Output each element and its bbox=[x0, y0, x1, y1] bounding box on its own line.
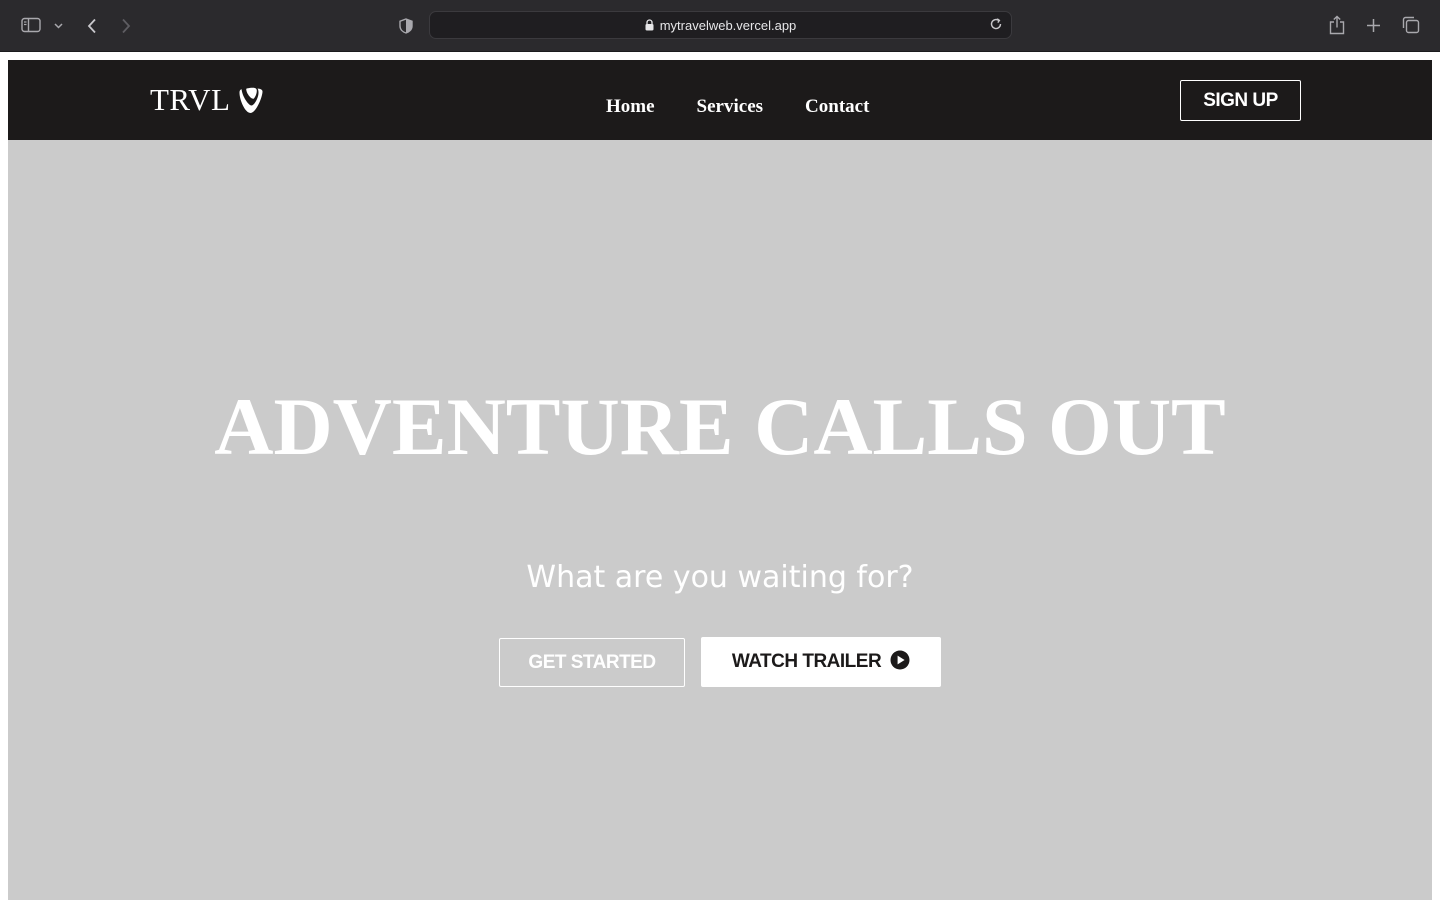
nav-link-contact[interactable]: Contact bbox=[805, 96, 869, 118]
browser-toolbar: mytravelweb.vercel.app bbox=[0, 0, 1440, 52]
plus-icon[interactable] bbox=[1365, 17, 1381, 33]
address-bar[interactable]: mytravelweb.vercel.app bbox=[429, 11, 1012, 39]
logo-text: TRVL bbox=[150, 82, 231, 117]
get-started-label: GET STARTED bbox=[528, 651, 656, 673]
tabs-overview-icon[interactable] bbox=[1402, 16, 1420, 34]
sidebar-icon[interactable] bbox=[20, 16, 42, 34]
share-icon[interactable] bbox=[1328, 14, 1346, 36]
get-started-button[interactable]: GET STARTED bbox=[499, 638, 685, 687]
nav-link-home[interactable]: Home bbox=[606, 96, 655, 118]
hero-subtitle: What are you waiting for? bbox=[526, 560, 914, 595]
sign-up-button[interactable]: SIGN UP bbox=[1180, 80, 1301, 121]
nav-link-services[interactable]: Services bbox=[697, 96, 763, 118]
play-circle-icon bbox=[890, 650, 910, 670]
url-text: mytravelweb.vercel.app bbox=[659, 17, 797, 33]
chevron-down-icon[interactable] bbox=[52, 20, 64, 32]
nav-links: Home Services Contact bbox=[606, 96, 869, 118]
watch-trailer-button[interactable]: WATCH TRAILER bbox=[701, 637, 941, 687]
chevron-right-icon[interactable] bbox=[118, 16, 134, 36]
reload-icon[interactable] bbox=[989, 17, 1005, 33]
lock-icon bbox=[645, 19, 654, 31]
hero-title: ADVENTURE CALLS OUT bbox=[214, 381, 1226, 472]
watch-trailer-label: WATCH TRAILER bbox=[731, 651, 882, 672]
site-navbar: TRVL Home Services Contact SIGN UP bbox=[8, 60, 1432, 140]
chevron-left-icon[interactable] bbox=[84, 16, 100, 36]
shield-icon[interactable] bbox=[398, 17, 414, 35]
page-viewport: TRVL Home Services Contact SIGN UP ADVEN… bbox=[8, 60, 1432, 900]
site-logo[interactable]: TRVL bbox=[150, 84, 264, 116]
typo3-logo-icon bbox=[238, 87, 264, 114]
